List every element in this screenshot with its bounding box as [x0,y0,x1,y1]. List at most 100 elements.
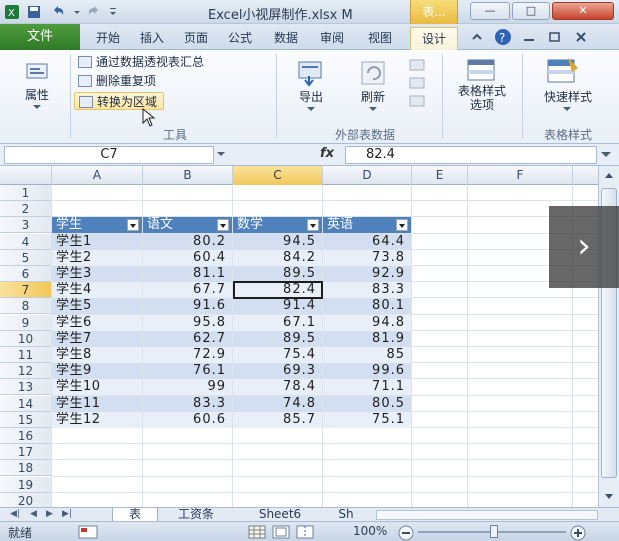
score-cell[interactable]: 67.1 [233,314,322,331]
scroll-up-icon[interactable] [603,170,615,180]
horizontal-scrollbar[interactable] [376,510,598,520]
macro-record-icon[interactable] [78,525,98,539]
prev-sheet-icon[interactable]: ◀ [30,509,37,519]
customize-toolbar-icon[interactable] [108,4,118,20]
spreadsheet-grid[interactable]: A B C D E F 1 2 3 4 5 6 7 8 9 10 11 12 13 14 15 16 17 18 1… [0,166,598,507]
redo-icon[interactable] [86,4,102,20]
filter-dropdown-icon[interactable] [396,219,408,232]
row-header[interactable]: 10 [0,330,52,347]
export-icon[interactable] [296,58,326,88]
name-box-dropdown-icon[interactable] [216,150,226,158]
student-name-cell[interactable]: 学生3 [52,266,142,282]
score-cell[interactable]: 62.7 [143,330,232,347]
tab-insert[interactable]: 插入 [134,27,170,50]
row-header[interactable]: 13 [0,379,52,396]
refresh-icon[interactable] [358,58,388,88]
row-header[interactable]: 4 [0,233,52,250]
scroll-down-icon[interactable] [603,492,615,502]
score-cell[interactable]: 91.6 [143,298,232,315]
score-cell[interactable]: 83.3 [323,282,411,299]
table-header-cell[interactable]: 学生 [52,217,142,234]
score-cell[interactable]: 67.7 [143,282,232,299]
score-cell[interactable]: 81.1 [143,266,232,282]
properties-icon[interactable] [24,58,50,84]
table-style-options-button[interactable]: 表格样式 选项 [446,84,518,112]
zoom-level[interactable]: 100% [353,524,387,538]
summarize-pivot-button[interactable]: 通过数据透视表汇总 [78,53,204,71]
row-header[interactable]: 16 [0,428,52,444]
score-cell[interactable]: 99.6 [323,363,411,380]
score-cell[interactable]: 89.5 [233,330,322,347]
quick-styles-icon[interactable] [546,56,580,86]
score-cell[interactable]: 99 [143,379,232,396]
score-cell[interactable]: 72.9 [143,347,232,363]
export-button[interactable]: 导出 [288,88,334,105]
student-name-cell[interactable]: 学生2 [52,249,142,266]
tab-data[interactable]: 数据 [268,27,304,50]
score-cell[interactable]: 89.5 [233,266,322,282]
minimize-button[interactable]: — [470,2,510,20]
score-cell[interactable]: 71.1 [323,379,411,396]
select-all-corner[interactable] [0,166,52,185]
student-name-cell[interactable]: 学生7 [52,330,142,347]
student-name-cell[interactable]: 学生4 [52,282,142,299]
table-style-options-icon[interactable] [466,58,496,82]
tab-review[interactable]: 审阅 [314,27,350,50]
refresh-dropdown-icon[interactable] [368,106,378,112]
row-header[interactable]: 15 [0,411,52,428]
score-cell[interactable]: 74.8 [233,395,322,412]
sheet-tab-table[interactable]: 表 [112,508,158,522]
column-header-b[interactable]: B [143,166,233,185]
score-cell[interactable]: 94.8 [323,314,411,331]
score-cell[interactable]: 85 [323,347,411,363]
table-header-cell[interactable]: 英语 [323,217,411,234]
score-cell[interactable]: 75.1 [323,411,411,428]
student-name-cell[interactable]: 学生5 [52,298,142,315]
properties-button[interactable]: 属性 [14,86,60,103]
last-sheet-icon[interactable]: ▶| [62,509,72,519]
score-cell[interactable]: 78.4 [233,379,322,396]
score-cell[interactable]: 76.1 [143,363,232,380]
name-box[interactable]: C7 [4,146,214,164]
row-header[interactable]: 3 [0,217,52,234]
score-cell[interactable]: 80.5 [323,395,411,412]
tab-design[interactable]: 设计 [410,27,458,50]
tab-home[interactable]: 开始 [90,27,126,50]
filter-dropdown-icon[interactable] [127,219,139,232]
row-header[interactable]: 2 [0,201,52,218]
sheet-tab-payslip[interactable]: 工资条 [160,508,232,522]
next-sheet-icon[interactable]: ▶ [46,509,53,519]
close-button[interactable]: ✕ [552,2,614,20]
score-cell[interactable]: 81.9 [323,330,411,347]
score-cell[interactable]: 83.3 [143,395,232,412]
next-slide-overlay-button[interactable]: › [549,206,619,288]
quick-styles-button[interactable]: 快速样式 [528,88,608,105]
student-name-cell[interactable]: 学生10 [52,379,142,396]
refresh-button[interactable]: 刷新 [350,88,396,105]
row-header[interactable]: 12 [0,363,52,380]
score-cell[interactable]: 92.9 [323,266,411,282]
expand-formula-bar-icon[interactable] [600,150,612,158]
page-layout-view-icon[interactable] [272,525,290,539]
score-cell[interactable]: 73.8 [323,249,411,266]
sheet-tab-more[interactable]: Sh [326,508,366,522]
quick-styles-dropdown-icon[interactable] [562,106,572,112]
column-header-d[interactable]: D [323,166,412,185]
score-cell[interactable]: 60.6 [143,411,232,428]
row-header[interactable]: 7 [0,282,52,299]
row-header[interactable]: 14 [0,395,52,412]
score-cell[interactable]: 75.4 [233,347,322,363]
student-name-cell[interactable]: 学生11 [52,395,142,412]
student-name-cell[interactable]: 学生9 [52,363,142,380]
row-header[interactable]: 1 [0,185,52,201]
insert-function-button[interactable]: fx [320,146,334,161]
page-break-view-icon[interactable] [296,525,314,539]
student-name-cell[interactable]: 学生1 [52,233,142,250]
excel-logo-icon[interactable]: X [4,4,20,20]
score-cell[interactable]: 85.7 [233,411,322,428]
score-cell[interactable]: 94.5 [233,233,322,250]
table-header-cell[interactable]: 数学 [233,217,322,234]
tab-formulas[interactable]: 公式 [222,27,258,50]
student-name-cell[interactable]: 学生12 [52,411,142,428]
normal-view-icon[interactable] [248,525,266,539]
